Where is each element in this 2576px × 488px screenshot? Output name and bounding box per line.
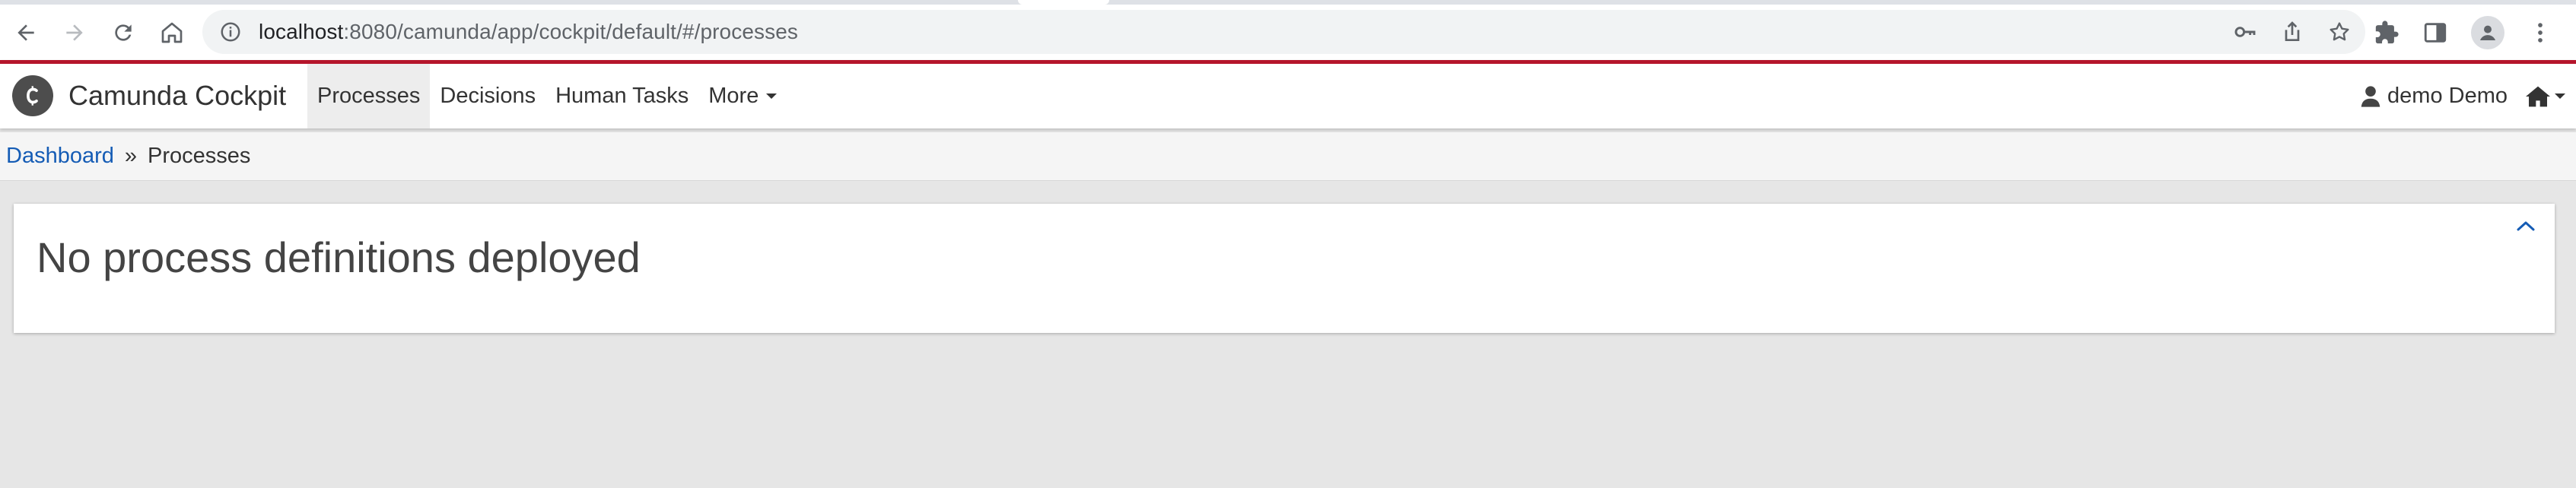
breadcrumb-current: Processes xyxy=(148,144,251,168)
collapse-button[interactable] xyxy=(2512,214,2539,237)
nav-human-tasks-label: Human Tasks xyxy=(555,84,689,108)
camunda-logo-icon xyxy=(12,75,53,116)
browser-toolbar-right xyxy=(2374,5,2553,60)
address-bar[interactable]: localhost:8080/camunda/app/cockpit/defau… xyxy=(202,10,2365,54)
header-right: demo Demo xyxy=(2360,64,2576,128)
profile-button[interactable] xyxy=(2471,15,2504,49)
user-menu[interactable]: demo Demo xyxy=(2360,84,2508,109)
caret-down-icon xyxy=(2555,93,2565,99)
kebab-menu-icon[interactable] xyxy=(2527,20,2553,46)
address-bar-actions xyxy=(2233,10,2352,54)
browser-toolbar: localhost:8080/camunda/app/cockpit/defau… xyxy=(0,5,2576,60)
url-path: :8080/camunda/app/cockpit/default/#/proc… xyxy=(343,20,798,43)
puzzle-icon[interactable] xyxy=(2374,20,2399,46)
nav-more-dropdown[interactable]: More xyxy=(698,64,787,128)
app-header: Camunda Cockpit Processes Decisions Huma… xyxy=(0,60,2576,128)
arrow-left-icon xyxy=(17,24,34,41)
home-button[interactable] xyxy=(149,10,195,55)
nav-decisions-label: Decisions xyxy=(440,84,536,108)
breadcrumb: Dashboard » Processes xyxy=(0,132,2576,181)
url-host: localhost xyxy=(259,20,344,43)
nav-decisions[interactable]: Decisions xyxy=(430,64,545,128)
caret-down-icon xyxy=(766,93,778,99)
url-text[interactable]: localhost:8080/camunda/app/cockpit/defau… xyxy=(259,20,798,44)
user-icon xyxy=(2361,85,2380,107)
share-icon[interactable] xyxy=(2280,20,2304,44)
nav-more-label: More xyxy=(708,84,759,108)
panel-title: No process definitions deployed xyxy=(37,233,641,281)
home-icon xyxy=(161,22,183,43)
arrow-right-icon xyxy=(66,24,83,41)
brand[interactable]: Camunda Cockpit xyxy=(12,74,286,117)
avatar-icon xyxy=(2480,25,2495,40)
user-name: demo Demo xyxy=(2387,84,2508,108)
home-icon xyxy=(2526,86,2550,106)
forward-button[interactable] xyxy=(52,10,97,55)
reload-icon xyxy=(115,24,132,41)
key-icon[interactable] xyxy=(2233,20,2257,44)
breadcrumb-dashboard-link[interactable]: Dashboard xyxy=(6,144,114,169)
nav-processes-label: Processes xyxy=(317,84,421,108)
main-nav: Processes Decisions Human Tasks More xyxy=(307,64,787,128)
brand-name: Camunda Cockpit xyxy=(68,80,287,111)
nav-human-tasks[interactable]: Human Tasks xyxy=(545,64,698,128)
app-switcher-dropdown[interactable] xyxy=(2526,85,2565,108)
back-button[interactable] xyxy=(3,10,49,55)
star-icon[interactable] xyxy=(2327,20,2352,44)
side-panel-icon[interactable] xyxy=(2422,20,2448,46)
breadcrumb-separator: » xyxy=(124,144,138,168)
processes-panel: No process definitions deployed xyxy=(14,204,2555,333)
info-circle-icon[interactable] xyxy=(219,21,242,43)
reload-button[interactable] xyxy=(100,10,146,55)
nav-processes[interactable]: Processes xyxy=(307,64,431,128)
chevron-up-icon xyxy=(2517,221,2535,231)
